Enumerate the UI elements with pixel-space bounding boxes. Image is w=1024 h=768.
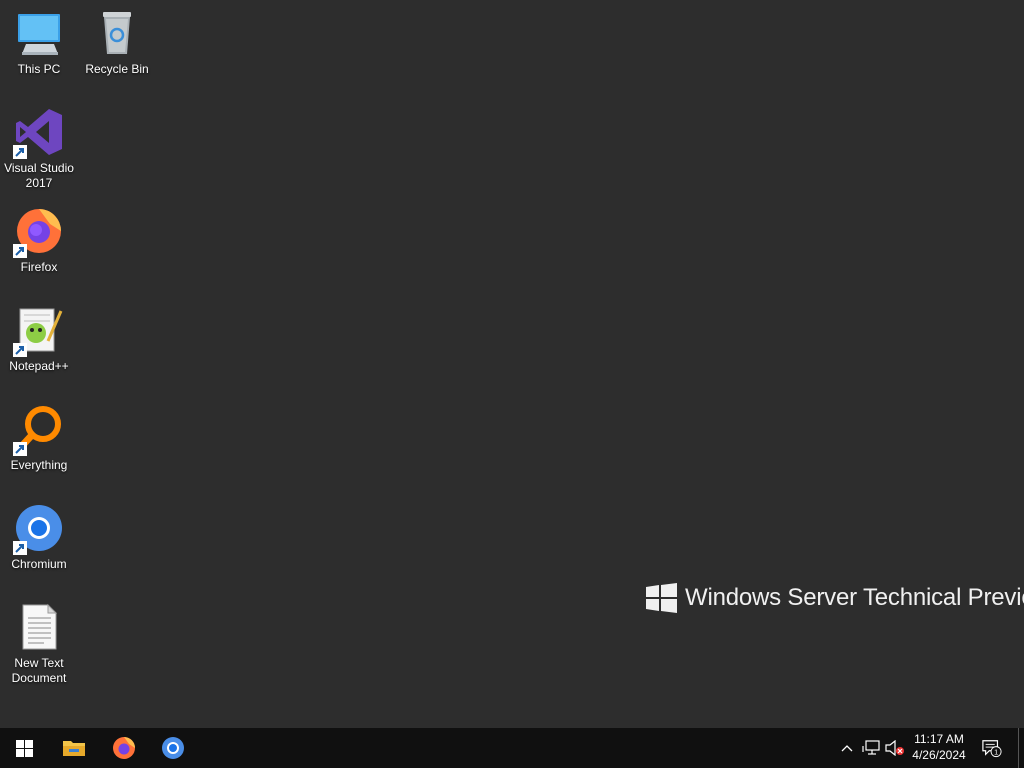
shortcut-arrow-icon [13,343,27,357]
notepad-plus-plus-icon [13,305,64,357]
chromium-icon [13,503,64,555]
firefox-icon [113,737,135,759]
shortcut-arrow-icon [13,145,27,159]
network-tray-button[interactable] [861,738,881,758]
desktop-icon-recycle-bin[interactable]: Recycle Bin [79,8,155,77]
taskbar: 11:17 AM 4/26/2024 1 [0,728,1024,768]
windows-logo-icon [646,583,677,613]
firefox-icon [13,206,64,258]
desktop-icon-firefox[interactable]: Firefox [1,206,77,275]
desktop-icon-notepad-plus-plus[interactable]: Notepad++ [1,305,77,374]
desktop-icon-chromium[interactable]: Chromium [1,503,77,572]
desktop-icon-this-pc[interactable]: This PC [1,8,77,77]
windows-logo-icon [15,739,33,757]
show-hidden-icons-button[interactable] [837,738,857,758]
this-pc-icon [14,8,64,58]
desktop-icon-label: Notepad++ [9,359,69,373]
taskbar-chromium[interactable] [149,728,197,768]
watermark-text: Windows Server Technical Preview [685,584,1024,611]
chromium-icon [162,737,184,759]
clock-date: 4/26/2024 [912,748,966,762]
desktop-icon-label: This PC [17,62,61,76]
shortcut-arrow-icon [13,244,27,258]
desktop-icon-label: New Text Document [11,656,67,685]
desktop-icon-everything[interactable]: Everything [1,404,77,473]
chevron-up-icon [841,745,853,752]
network-icon [862,740,880,755]
start-button[interactable] [0,728,48,768]
desktop-icon-label: Everything [10,458,68,472]
text-document-icon [14,602,64,652]
desktop-icon-label: Recycle Bin [85,62,149,76]
desktop-icon-label: Chromium [11,557,67,571]
notification-icon: 1 [982,740,1002,758]
taskbar-firefox[interactable] [100,728,148,768]
desktop-icon-label: Visual Studio 2017 [4,161,74,190]
recycle-bin-icon [92,8,142,58]
folder-icon [63,741,85,756]
volume-muted-icon [885,740,904,756]
desktop-icon-new-text-document[interactable]: New Text Document [1,602,77,686]
visual-studio-icon [13,107,64,159]
desktop-icon-label: Firefox [20,260,58,274]
taskbar-file-explorer[interactable] [50,728,98,768]
taskbar-clock[interactable]: 11:17 AM 4/26/2024 [905,731,973,763]
show-desktop-button[interactable] [1018,728,1024,768]
shortcut-arrow-icon [13,442,27,456]
volume-tray-button[interactable] [885,738,905,758]
os-watermark: Windows Server Technical Preview [646,583,1024,613]
desktop: This PC Recycle Bin Visual Studio 2017 F… [0,0,1024,728]
notification-count: 1 [994,747,998,756]
everything-search-icon [13,404,64,456]
clock-time: 11:17 AM [914,732,964,746]
shortcut-arrow-icon [13,541,27,555]
action-center-button[interactable]: 1 [982,738,1002,758]
desktop-icon-visual-studio[interactable]: Visual Studio 2017 [1,107,77,191]
